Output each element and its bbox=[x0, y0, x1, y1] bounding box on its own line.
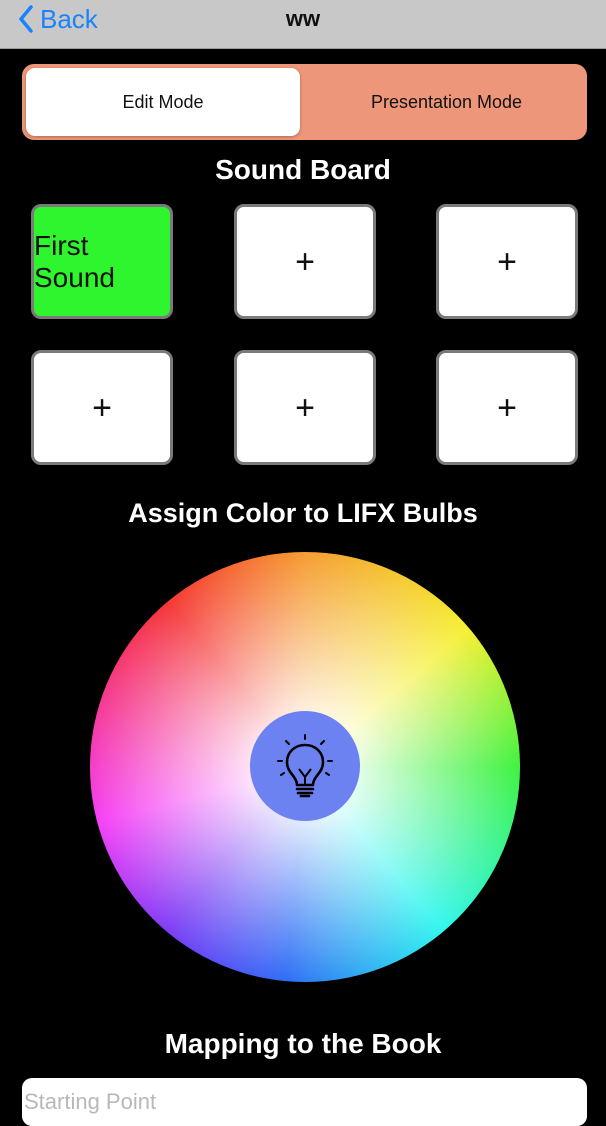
add-sound-button-5[interactable]: + bbox=[234, 350, 376, 465]
plus-icon: + bbox=[497, 388, 517, 427]
add-sound-button-4[interactable]: + bbox=[31, 350, 173, 465]
page-title: ww bbox=[285, 6, 321, 31]
sound-board-title: Sound Board bbox=[215, 154, 391, 185]
plus-icon: + bbox=[295, 388, 315, 427]
edit-mode-segment[interactable]: Edit Mode bbox=[26, 68, 300, 136]
plus-icon: + bbox=[295, 242, 315, 281]
presentation-mode-segment[interactable]: Presentation Mode bbox=[306, 68, 587, 136]
add-sound-button-3[interactable]: + bbox=[436, 204, 578, 319]
plus-icon: + bbox=[92, 388, 112, 427]
assign-color-title: Assign Color to LIFX Bulbs bbox=[128, 498, 478, 528]
mode-segmented-control: Edit Mode Presentation Mode bbox=[22, 64, 587, 140]
sound-button-1[interactable]: First Sound bbox=[31, 204, 173, 319]
plus-icon: + bbox=[497, 242, 517, 281]
starting-point-field[interactable] bbox=[22, 1078, 587, 1126]
mapping-title: Mapping to the Book bbox=[164, 1028, 442, 1059]
navigation-bar: Back ww bbox=[0, 0, 606, 49]
add-sound-button-2[interactable]: + bbox=[234, 204, 376, 319]
bulb-button[interactable] bbox=[250, 711, 360, 821]
sound-button-label: First Sound bbox=[34, 229, 115, 293]
add-sound-button-6[interactable]: + bbox=[436, 350, 578, 465]
lightbulb-icon bbox=[277, 734, 333, 798]
